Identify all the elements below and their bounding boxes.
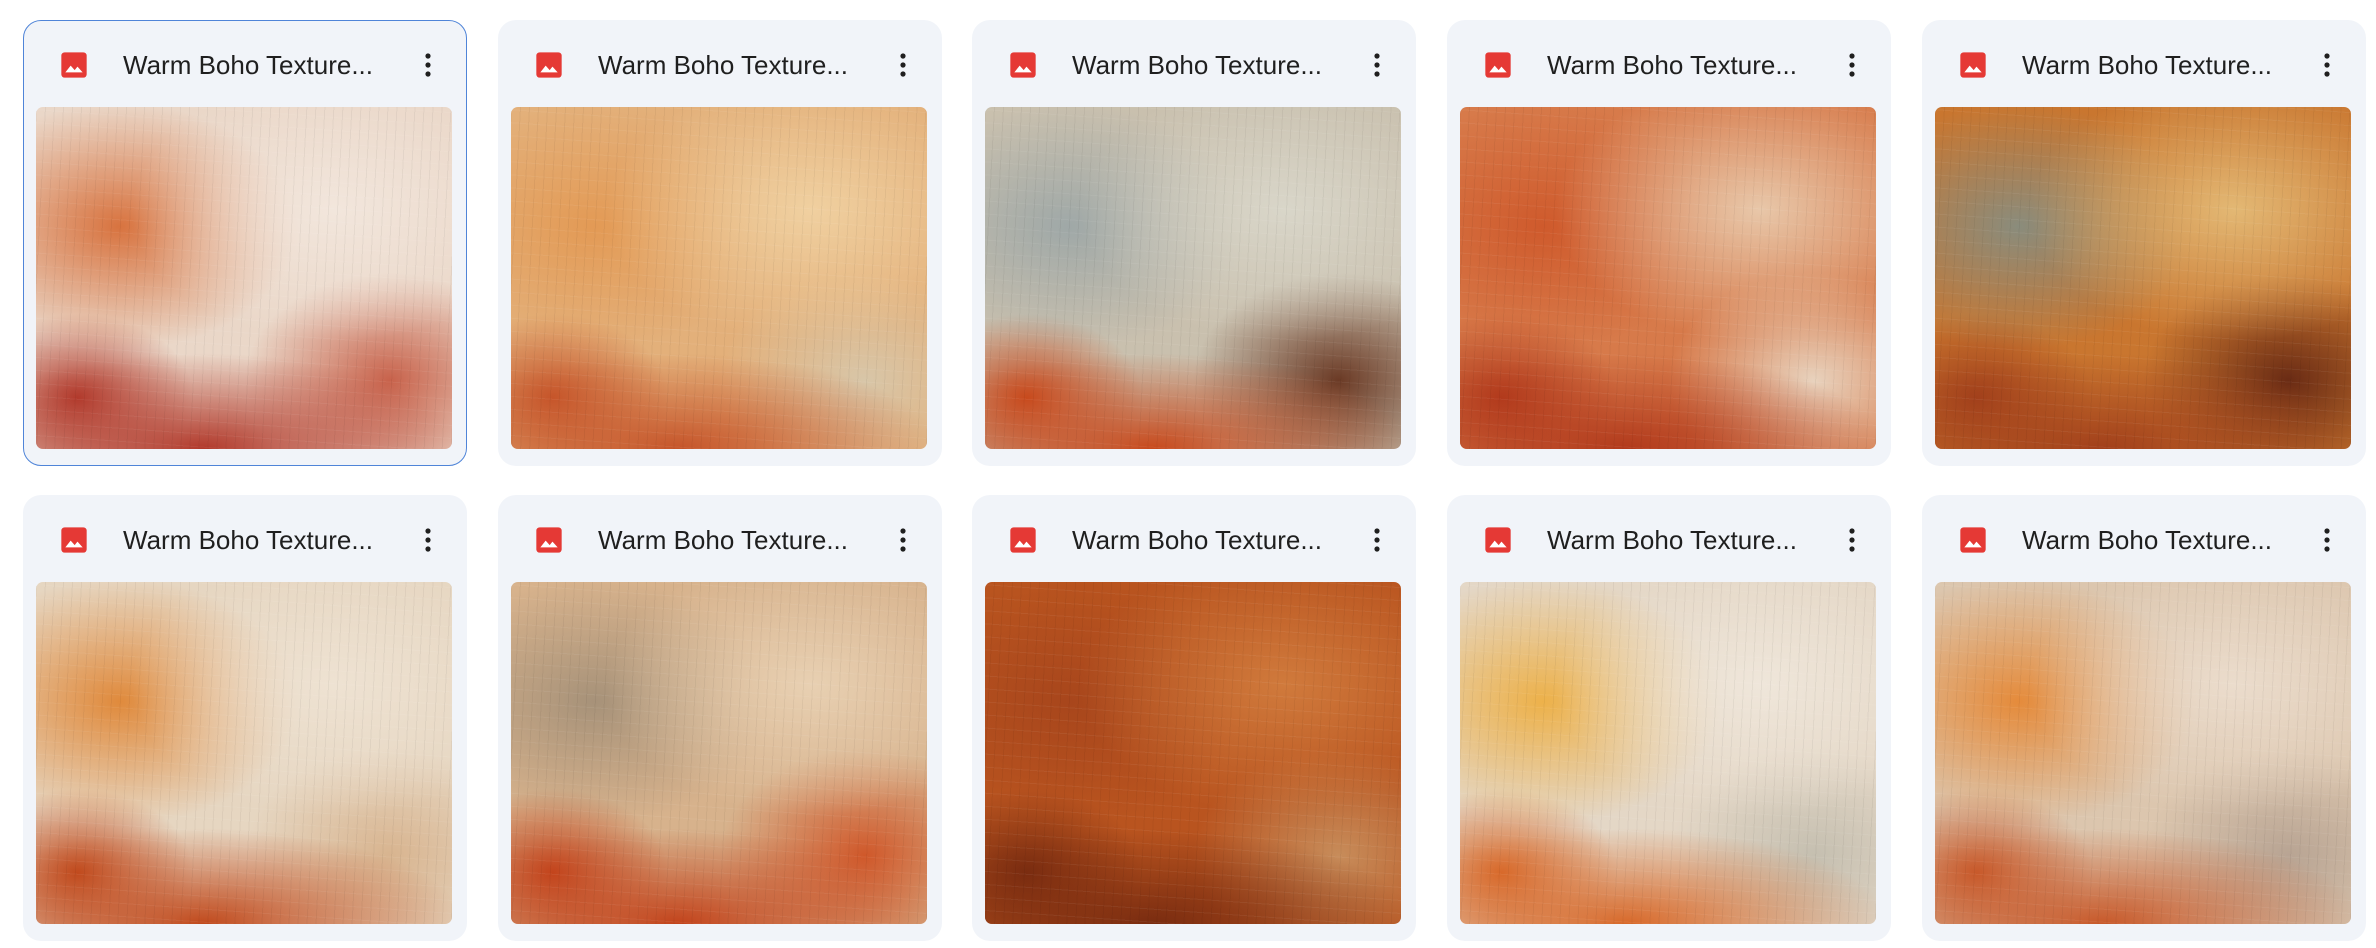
file-card-header: Warm Boho Texture... bbox=[24, 496, 466, 582]
file-card-header: Warm Boho Texture... bbox=[24, 21, 466, 107]
file-card-header: Warm Boho Texture... bbox=[499, 496, 941, 582]
image-thumbnail[interactable] bbox=[1935, 582, 2351, 924]
more-vert-icon[interactable] bbox=[2305, 518, 2349, 562]
more-vert-icon[interactable] bbox=[2305, 43, 2349, 87]
more-vert-icon[interactable] bbox=[881, 518, 925, 562]
file-card[interactable]: Warm Boho Texture... bbox=[1922, 495, 2366, 941]
image-thumbnail[interactable] bbox=[36, 582, 452, 924]
file-card[interactable]: Warm Boho Texture... bbox=[23, 495, 467, 941]
file-card[interactable]: Warm Boho Texture... bbox=[23, 20, 467, 466]
file-card[interactable]: Warm Boho Texture... bbox=[1447, 495, 1891, 941]
more-vert-icon[interactable] bbox=[406, 43, 450, 87]
file-card[interactable]: Warm Boho Texture... bbox=[1922, 20, 2366, 466]
more-vert-icon[interactable] bbox=[1830, 43, 1874, 87]
image-file-icon bbox=[1007, 49, 1039, 81]
file-title[interactable]: Warm Boho Texture... bbox=[123, 49, 393, 81]
image-file-icon bbox=[1482, 49, 1514, 81]
image-file-icon bbox=[533, 49, 565, 81]
file-title[interactable]: Warm Boho Texture... bbox=[2022, 524, 2292, 556]
image-file-icon bbox=[1482, 524, 1514, 556]
image-file-icon bbox=[1007, 524, 1039, 556]
file-card-header: Warm Boho Texture... bbox=[973, 21, 1415, 107]
more-vert-icon[interactable] bbox=[406, 518, 450, 562]
file-title[interactable]: Warm Boho Texture... bbox=[123, 524, 393, 556]
file-card-header: Warm Boho Texture... bbox=[1923, 496, 2365, 582]
file-card-header: Warm Boho Texture... bbox=[499, 21, 941, 107]
image-thumbnail[interactable] bbox=[1460, 107, 1876, 449]
file-card[interactable]: Warm Boho Texture... bbox=[498, 20, 942, 466]
image-thumbnail[interactable] bbox=[511, 582, 927, 924]
file-title[interactable]: Warm Boho Texture... bbox=[1547, 49, 1817, 81]
file-card[interactable]: Warm Boho Texture... bbox=[1447, 20, 1891, 466]
image-thumbnail[interactable] bbox=[985, 582, 1401, 924]
image-file-icon bbox=[1957, 49, 1989, 81]
file-card-header: Warm Boho Texture... bbox=[973, 496, 1415, 582]
more-vert-icon[interactable] bbox=[881, 43, 925, 87]
file-card[interactable]: Warm Boho Texture... bbox=[498, 495, 942, 941]
file-card-header: Warm Boho Texture... bbox=[1448, 21, 1890, 107]
image-file-icon bbox=[58, 524, 90, 556]
file-title[interactable]: Warm Boho Texture... bbox=[2022, 49, 2292, 81]
file-card-header: Warm Boho Texture... bbox=[1923, 21, 2365, 107]
more-vert-icon[interactable] bbox=[1355, 43, 1399, 87]
image-file-icon bbox=[533, 524, 565, 556]
file-card[interactable]: Warm Boho Texture... bbox=[972, 495, 1416, 941]
image-thumbnail[interactable] bbox=[985, 107, 1401, 449]
image-thumbnail[interactable] bbox=[511, 107, 927, 449]
more-vert-icon[interactable] bbox=[1830, 518, 1874, 562]
file-grid: Warm Boho Texture... Warm Boho Texture..… bbox=[0, 0, 2376, 948]
file-card-header: Warm Boho Texture... bbox=[1448, 496, 1890, 582]
image-thumbnail[interactable] bbox=[1935, 107, 2351, 449]
image-thumbnail[interactable] bbox=[36, 107, 452, 449]
file-title[interactable]: Warm Boho Texture... bbox=[598, 49, 868, 81]
more-vert-icon[interactable] bbox=[1355, 518, 1399, 562]
file-title[interactable]: Warm Boho Texture... bbox=[1072, 524, 1342, 556]
image-thumbnail[interactable] bbox=[1460, 582, 1876, 924]
image-file-icon bbox=[1957, 524, 1989, 556]
image-file-icon bbox=[58, 49, 90, 81]
file-title[interactable]: Warm Boho Texture... bbox=[1072, 49, 1342, 81]
file-title[interactable]: Warm Boho Texture... bbox=[598, 524, 868, 556]
file-title[interactable]: Warm Boho Texture... bbox=[1547, 524, 1817, 556]
file-card[interactable]: Warm Boho Texture... bbox=[972, 20, 1416, 466]
